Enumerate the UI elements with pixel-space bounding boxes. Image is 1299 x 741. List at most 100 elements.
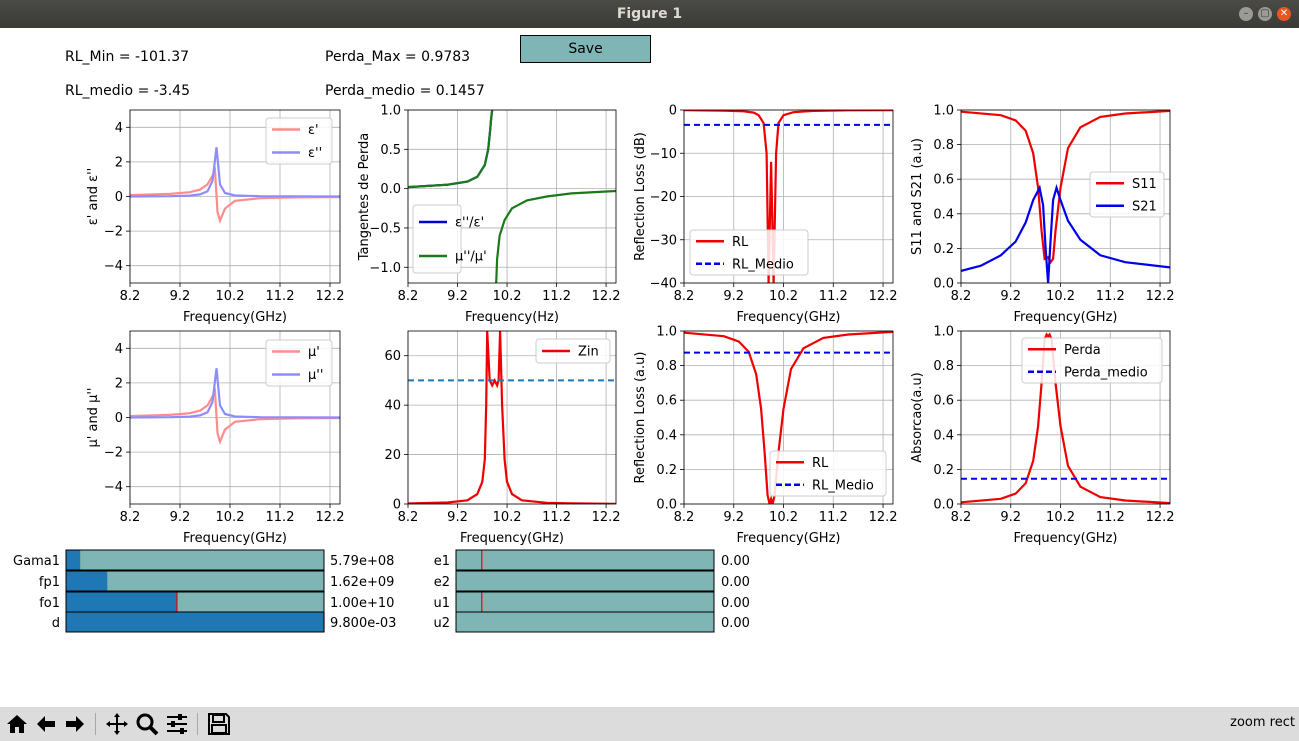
slider-track xyxy=(455,570,715,592)
legend-label: RL_Medio xyxy=(812,478,874,493)
x-tick-label: 9.2 xyxy=(723,510,744,525)
legend-label: μ''/μ' xyxy=(455,250,487,265)
y-axis-label: Tangentes de Perda xyxy=(357,133,372,262)
legend-label: RL_Medio xyxy=(732,257,794,272)
close-icon[interactable]: ✕ xyxy=(1277,7,1291,21)
slider-label: fp1 xyxy=(39,575,60,590)
legend-label: S21 xyxy=(1132,199,1157,214)
x-tick-label: 10.2 xyxy=(216,289,245,304)
chart-permeability: 8.2 9.2 10.2 11.2 12.2 −4 −2 0 2 4 Frequency(GHz) μ… xyxy=(86,330,345,546)
y-tick-label: 4 xyxy=(115,342,123,357)
x-axis-label: Frequency(Hz) xyxy=(465,310,559,325)
pan-icon[interactable] xyxy=(105,712,129,736)
slider-fp1[interactable]: fp1 1.62e+09 xyxy=(39,570,395,592)
toolbar-separator xyxy=(197,713,198,735)
y-axis-label: Reflection Loss (a.u) xyxy=(633,352,648,484)
save-icon[interactable] xyxy=(207,712,231,736)
slider-d[interactable]: d 9.800e-03 xyxy=(52,611,397,633)
y-tick-label: 0 xyxy=(669,104,677,119)
y-tick-label: 0.0 xyxy=(380,182,401,197)
slider-value: 0.00 xyxy=(721,575,750,590)
x-tick-label: 11.2 xyxy=(266,510,295,525)
slider-fill xyxy=(66,612,324,632)
chart-zin: 8.2 9.2 10.2 11.2 12.20204060Frequency(GHz)Z… xyxy=(384,330,621,546)
chart-absorption: 8.2 9.2 10.2 11.2 12.20.00.20.40.60.81.0Freq… xyxy=(910,325,1175,547)
x-tick-label: 10.2 xyxy=(493,510,522,525)
series-line-2 xyxy=(495,189,616,283)
legend-label: RL xyxy=(732,235,749,250)
legend-label: Perda xyxy=(1064,343,1101,358)
chart-permittivity: 8.2 9.2 10.2 11.2 12.2 −4 −2 0 2 4 Frequency(GHz) ε… xyxy=(86,109,345,325)
y-tick-label: 0.4 xyxy=(933,207,954,222)
x-tick-label: 10.2 xyxy=(216,510,245,525)
y-tick-label: 1.0 xyxy=(656,325,677,340)
y-tick-label: 0.4 xyxy=(933,428,954,443)
minimize-icon[interactable]: – xyxy=(1239,7,1253,21)
x-tick-label: 10.2 xyxy=(769,510,798,525)
y-axis-label: Reflection Loss (dB) xyxy=(633,132,648,261)
y-tick-label: 2 xyxy=(115,155,123,170)
y-tick-label: 0 xyxy=(115,190,123,205)
y-tick-label: 0.6 xyxy=(933,173,954,188)
slider-label: e1 xyxy=(434,554,450,569)
x-tick-label: 12.2 xyxy=(869,510,898,525)
y-tick-label: 60 xyxy=(384,349,401,364)
y-tick-label: −4 xyxy=(104,259,123,274)
x-tick-label: 11.2 xyxy=(266,289,295,304)
slider-u1[interactable]: u1 0.00 xyxy=(433,591,750,613)
x-tick-label: 12.2 xyxy=(1146,289,1175,304)
slider-Gama1[interactable]: Gama1 5.79e+08 xyxy=(13,549,394,571)
x-tick-label: 11.2 xyxy=(1096,510,1125,525)
slider-label: fo1 xyxy=(39,596,60,611)
x-tick-label: 9.2 xyxy=(723,289,744,304)
configure-subplots-icon[interactable] xyxy=(165,712,189,736)
x-tick-label: 8.2 xyxy=(398,289,419,304)
y-tick-label: −1.0 xyxy=(369,261,401,276)
figure-canvas: 8.2 9.2 10.2 11.2 12.2 −4 −2 0 2 4 Frequency(GHz) ε… xyxy=(13,104,1175,633)
slider-label: d xyxy=(52,616,60,631)
back-icon[interactable] xyxy=(34,712,58,736)
y-tick-label: 0.2 xyxy=(933,242,954,257)
slider-value: 0.00 xyxy=(721,554,750,569)
slider-fill xyxy=(66,592,177,612)
x-tick-label: 9.2 xyxy=(447,510,468,525)
y-axis-label: ε' and ε'' xyxy=(86,168,101,226)
y-tick-label: 4 xyxy=(115,121,123,136)
y-tick-label: 40 xyxy=(384,399,401,414)
x-tick-label: 11.2 xyxy=(819,289,848,304)
x-axis-label: Frequency(GHz) xyxy=(460,531,564,546)
toolbar-separator xyxy=(95,713,96,735)
chart-s-parameters: 8.2 9.2 10.2 11.2 12.20.00.20.40.60.81.0Freq… xyxy=(910,104,1175,326)
slider-value: 5.79e+08 xyxy=(330,554,394,569)
slider-e1[interactable]: e1 0.00 xyxy=(434,549,750,571)
slider-track xyxy=(455,591,715,613)
y-tick-label: 0 xyxy=(115,411,123,426)
x-tick-label: 12.2 xyxy=(316,510,345,525)
home-icon[interactable] xyxy=(5,712,29,736)
slider-fill xyxy=(66,571,108,591)
slider-u2[interactable]: u2 0.00 xyxy=(433,611,750,633)
zoom-icon[interactable] xyxy=(135,712,159,736)
y-tick-label: 0.0 xyxy=(933,277,954,292)
y-tick-label: −2 xyxy=(104,446,123,461)
legend-label: μ'' xyxy=(308,368,323,383)
x-axis-label: Frequency(GHz) xyxy=(737,310,841,325)
x-axis-label: Frequency(GHz) xyxy=(183,310,287,325)
x-tick-label: 12.2 xyxy=(592,289,621,304)
chart-reflection-loss-db: 8.2 9.2 10.2 11.2 12.2−40−30−20−100Frequency… xyxy=(633,104,898,326)
y-tick-label: 1.0 xyxy=(380,104,401,119)
slider-e2[interactable]: e2 0.00 xyxy=(434,570,750,592)
x-tick-label: 10.2 xyxy=(493,289,522,304)
slider-track xyxy=(65,549,325,571)
maximize-icon[interactable]: ▢ xyxy=(1258,7,1272,21)
x-tick-label: 12.2 xyxy=(316,289,345,304)
forward-icon[interactable] xyxy=(63,712,87,736)
x-tick-label: 12.2 xyxy=(592,510,621,525)
y-axis-label: μ' and μ'' xyxy=(86,388,101,448)
y-tick-label: −10 xyxy=(650,147,677,162)
slider-fo1[interactable]: fo1 1.00e+10 xyxy=(39,591,394,613)
x-tick-label: 11.2 xyxy=(819,510,848,525)
legend-label: Perda_medio xyxy=(1064,365,1148,380)
x-tick-label: 10.2 xyxy=(769,289,798,304)
x-tick-label: 11.2 xyxy=(542,289,571,304)
